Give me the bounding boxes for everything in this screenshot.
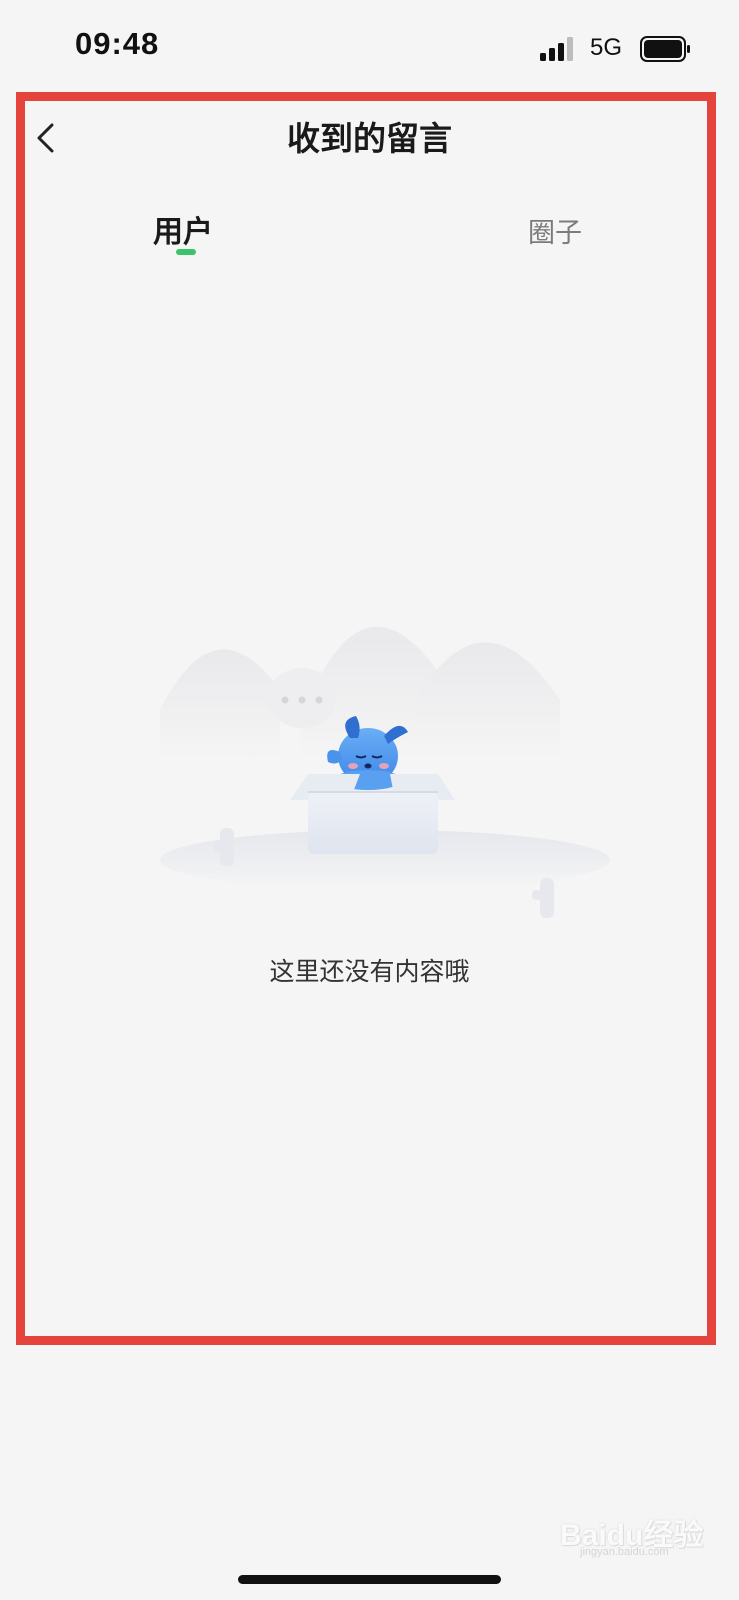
battery-icon xyxy=(640,36,690,62)
status-bar: 09:48 5G xyxy=(0,0,739,95)
empty-box-mascot-illustration xyxy=(160,626,610,918)
watermark-sub: jingyan.baidu.com xyxy=(580,1546,669,1558)
tab-active-indicator xyxy=(176,249,196,255)
baidu-watermark: Baidu经验 jingyan.baidu.com xyxy=(560,1500,720,1560)
tab-users[interactable]: 用户 xyxy=(153,207,213,251)
signal-bars-icon xyxy=(540,37,573,61)
tab-circles[interactable]: 圈子 xyxy=(528,211,582,250)
network-label: 5G xyxy=(590,34,623,61)
page-title: 收到的留言 xyxy=(287,119,452,158)
screen: 09:48 5G 收到的留言 用户 圈子 这里还没有内容哦 Baidu经验 ji… xyxy=(0,0,739,1600)
status-time: 09:48 xyxy=(75,26,160,61)
empty-state-message: 这里还没有内容哦 xyxy=(269,957,470,986)
home-indicator[interactable] xyxy=(238,1575,501,1584)
